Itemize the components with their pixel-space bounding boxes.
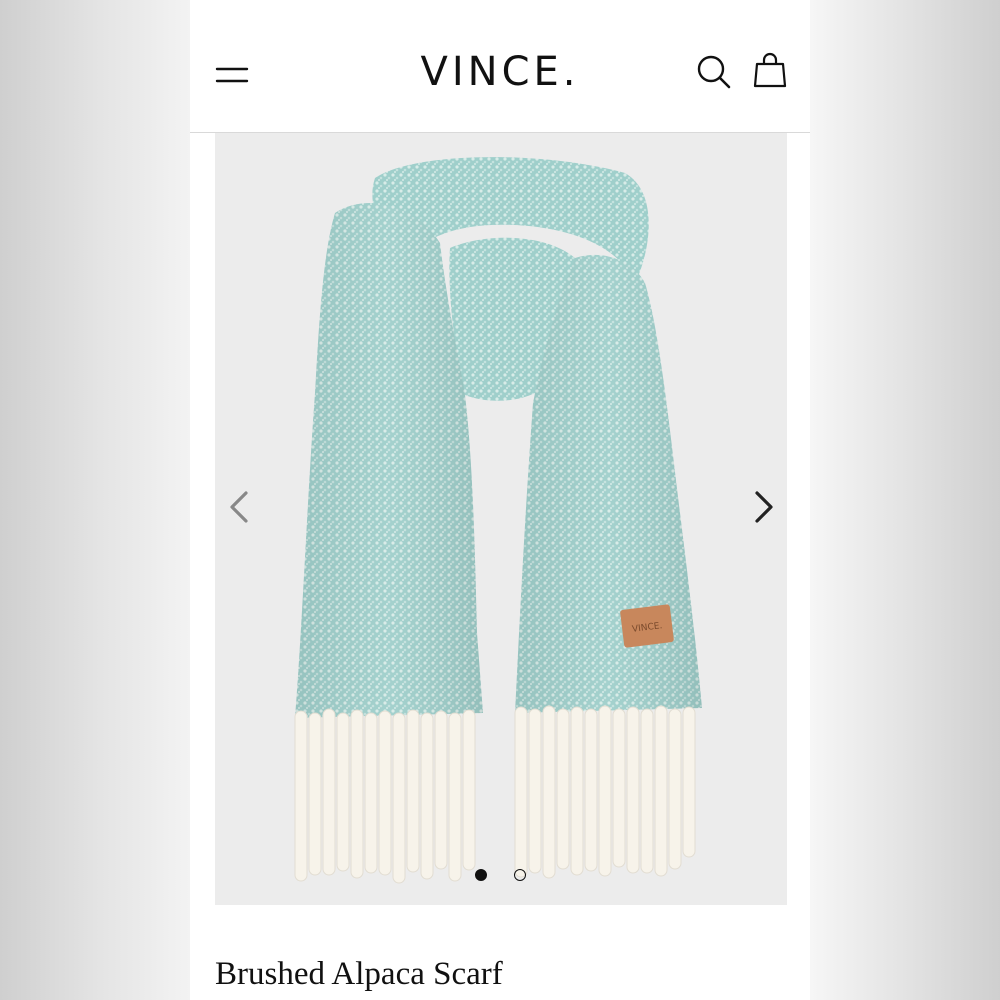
search-icon	[697, 55, 731, 89]
leather-label-patch: VINCE.	[620, 604, 674, 648]
search-button[interactable]	[694, 52, 734, 92]
shopping-bag-icon	[753, 52, 787, 88]
previous-image-button[interactable]	[220, 483, 260, 531]
cart-button[interactable]	[750, 50, 790, 92]
carousel-dot[interactable]	[514, 869, 526, 881]
hamburger-menu-icon	[215, 67, 249, 83]
carousel-dot-active[interactable]	[475, 869, 487, 881]
chevron-left-icon	[230, 491, 248, 523]
mobile-page: VINCE. VINCE. Brushed Alpaca Scarf	[190, 0, 810, 1000]
chevron-right-icon	[755, 491, 773, 523]
site-header: VINCE.	[190, 0, 810, 133]
brand-logo[interactable]: VINCE.	[360, 44, 640, 100]
scarf-product-photo: VINCE.	[294, 157, 702, 884]
menu-button[interactable]	[214, 60, 250, 90]
product-title: Brushed Alpaca Scarf	[215, 956, 503, 992]
next-image-button[interactable]	[743, 483, 783, 531]
carousel-pagination	[215, 869, 787, 883]
product-image-carousel[interactable]: VINCE.	[215, 133, 787, 905]
